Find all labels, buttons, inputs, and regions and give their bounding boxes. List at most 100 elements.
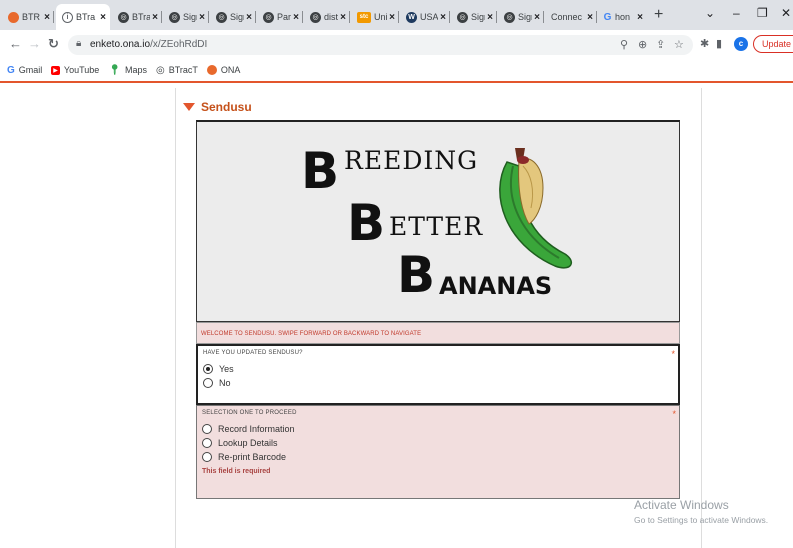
tab-search-chevron-icon[interactable]: ⌄ <box>705 6 715 20</box>
option-no[interactable]: No <box>203 378 673 388</box>
google-icon: G <box>603 11 612 23</box>
close-icon[interactable]: × <box>487 12 493 23</box>
header-accent-rule <box>0 81 793 83</box>
close-icon[interactable]: × <box>199 12 205 23</box>
banner-word-1: REEDING <box>344 146 479 175</box>
url-host: enketo.ona.io <box>90 39 151 50</box>
radio-no[interactable] <box>203 378 213 388</box>
banner-image: B REEDING B ETTER B ANANAS <box>196 120 680 322</box>
caret-down-icon <box>183 103 195 111</box>
tab-11[interactable]: Connec × <box>545 4 597 30</box>
welcome-text: WELCOME TO SENDUSU. SWIPE FORWARD OR BAC… <box>201 331 422 337</box>
banner-letter-2: B <box>347 194 386 252</box>
radio-reprint-barcode[interactable] <box>202 452 212 462</box>
profile-avatar[interactable]: c <box>734 37 748 51</box>
globe-icon: ◎ <box>156 64 165 76</box>
bookmark-ona[interactable]: ONA <box>206 65 240 75</box>
option-record-information[interactable]: Record Information <box>202 424 674 434</box>
tab-strip: BTR × i BTra × ◎ BTra × ◎ Sign × ◎ Sign … <box>0 0 793 30</box>
close-icon[interactable]: × <box>587 12 593 23</box>
lock-icon[interactable]: 🔒︎ <box>76 38 81 49</box>
close-icon[interactable]: × <box>389 12 395 23</box>
option-reprint-barcode[interactable]: Re-print Barcode <box>202 452 674 462</box>
close-icon[interactable]: × <box>246 12 252 23</box>
globe-icon: ◎ <box>457 11 468 23</box>
youtube-icon: ▶ <box>51 65 60 75</box>
question-selection-to-proceed: SELECTION ONE TO PROCEED * Record Inform… <box>196 405 680 499</box>
radio-lookup-details[interactable] <box>202 438 212 448</box>
globe-icon: ◎ <box>169 11 180 23</box>
required-asterisk: * <box>672 409 676 419</box>
update-button[interactable]: Update <box>753 35 793 53</box>
globe-icon: ◎ <box>118 11 129 23</box>
side-panel-icon[interactable]: ▮ <box>716 37 722 50</box>
close-icon[interactable]: × <box>440 12 446 23</box>
option-lookup-details[interactable]: Lookup Details <box>202 438 674 448</box>
tab-4[interactable]: ◎ Sign × <box>210 4 256 30</box>
orange-circle-icon <box>8 11 19 23</box>
radio-record-information[interactable] <box>202 424 212 434</box>
extensions-puzzle-icon[interactable]: ✱ <box>700 37 709 50</box>
forward-icon[interactable]: → <box>28 36 41 51</box>
close-icon[interactable]: × <box>44 12 50 23</box>
banner-letter-3: B <box>397 246 436 304</box>
close-icon[interactable]: × <box>152 12 158 23</box>
tab-1[interactable]: i BTra × <box>56 4 110 30</box>
google-g-icon: G <box>7 64 15 76</box>
stc-icon: stc <box>357 11 371 23</box>
restore-icon[interactable]: ❐ <box>757 6 768 20</box>
address-bar[interactable]: 🔒︎ enketo.ona.io/x/ZEohRdDI ⚲ ⊕ ⇪ ☆ <box>68 35 693 55</box>
question-label: HAVE YOU UPDATED SENDUSU? <box>203 350 303 356</box>
validation-error: This field is required <box>202 468 271 475</box>
banner-letter-1: B <box>301 142 340 200</box>
question-updated-sendusu: HAVE YOU UPDATED SENDUSU? * Yes No <box>196 344 680 405</box>
tab-6[interactable]: ◎ distr × <box>304 4 350 30</box>
globe-icon: ◎ <box>263 11 274 23</box>
tab-5[interactable]: ◎ Parc × <box>257 4 303 30</box>
back-icon[interactable]: ← <box>9 36 22 51</box>
minimize-icon[interactable]: – <box>733 6 740 20</box>
info-icon: i <box>62 11 73 23</box>
banner-word-2: ETTER <box>389 212 484 241</box>
activate-windows-title: Activate Windows <box>634 498 729 512</box>
globe-icon: ◎ <box>504 11 515 23</box>
url-path: /x/ZEohRdDI <box>150 39 208 50</box>
welcome-note: WELCOME TO SENDUSU. SWIPE FORWARD OR BAC… <box>196 322 680 344</box>
toolbar: ← → ↻ 🔒︎ enketo.ona.io/x/ZEohRdDI ⚲ ⊕ ⇪ … <box>0 30 793 60</box>
tab-0[interactable]: BTR × <box>2 4 54 30</box>
share-icon[interactable]: ⇪ <box>656 38 665 51</box>
close-icon[interactable]: × <box>340 12 346 23</box>
question-label: SELECTION ONE TO PROCEED <box>202 410 297 416</box>
close-icon[interactable]: × <box>534 12 540 23</box>
activate-windows-subtitle: Go to Settings to activate Windows. <box>634 515 769 525</box>
globe-icon: ◎ <box>310 11 321 23</box>
bookmark-gmail[interactable]: G Gmail <box>7 65 42 76</box>
bookmark-btract[interactable]: ◎ BTracT <box>156 65 198 76</box>
zoom-icon[interactable]: ⊕ <box>638 38 647 51</box>
tab-9[interactable]: ◎ Sign × <box>451 4 497 30</box>
tab-2[interactable]: ◎ BTra × <box>112 4 162 30</box>
close-icon[interactable]: × <box>637 12 643 23</box>
required-asterisk: * <box>671 349 675 359</box>
banner-word-3: ANANAS <box>439 272 553 300</box>
wordpress-icon: W <box>406 11 417 23</box>
radio-yes[interactable] <box>203 364 213 374</box>
bookmark-maps[interactable]: 📍︎ Maps <box>108 65 147 76</box>
tab-12-title[interactable]: hon × <box>615 4 647 30</box>
bookmark-star-icon[interactable]: ☆ <box>674 38 684 51</box>
reload-icon[interactable]: ↻ <box>48 36 59 52</box>
close-icon[interactable]: × <box>293 12 299 23</box>
tab-7[interactable]: stc Uni × <box>351 4 399 30</box>
tab-3[interactable]: ◎ Sign × <box>163 4 209 30</box>
group-header[interactable]: Sendusu <box>183 100 252 114</box>
close-icon[interactable]: × <box>100 12 106 23</box>
location-pin-icon[interactable]: ⚲ <box>620 38 628 51</box>
close-window-icon[interactable]: ✕ <box>781 6 791 20</box>
maps-pin-icon: 📍︎ <box>108 64 121 76</box>
globe-icon: ◎ <box>216 11 227 23</box>
tab-8[interactable]: W USA × <box>400 4 450 30</box>
new-tab-icon[interactable]: + <box>654 6 663 24</box>
bookmark-youtube[interactable]: ▶ YouTube <box>51 65 99 75</box>
tab-10[interactable]: ◎ Sign × <box>498 4 544 30</box>
option-yes[interactable]: Yes <box>203 364 673 374</box>
